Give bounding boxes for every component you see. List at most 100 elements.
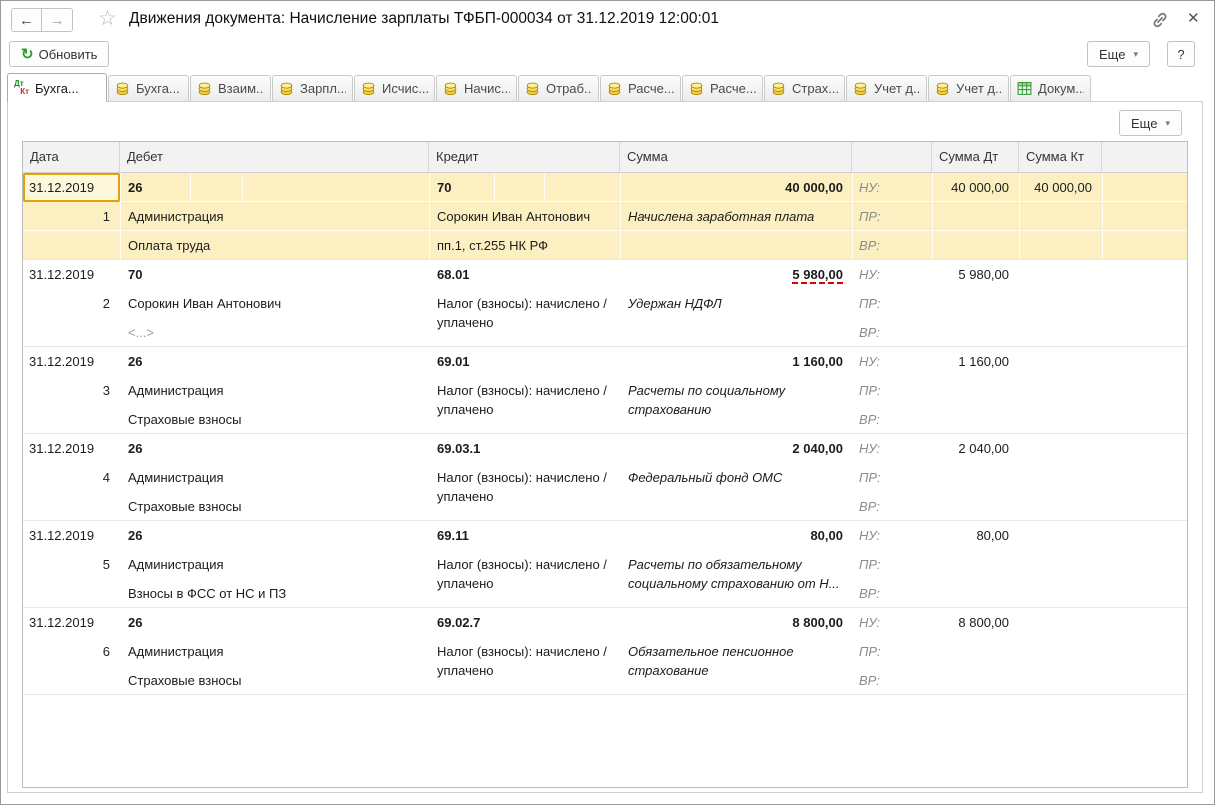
sum-kt-cell[interactable]	[1019, 521, 1102, 607]
credit-cell[interactable]: 69.03.1 Налог (взносы): начислено / упла…	[429, 434, 620, 520]
movement-row[interactable]: 31.12.2019 2 70 Сорокин Иван Антонович <…	[23, 260, 1187, 347]
favorite-star-icon[interactable]: ☆	[98, 6, 117, 32]
sum-dt-cell[interactable]: 40 000,00	[932, 173, 1019, 259]
debit-cell[interactable]: 26 Администрация Взносы в ФСС от НС и ПЗ	[120, 521, 429, 607]
sum-dt-cell[interactable]: 80,00	[932, 521, 1019, 607]
credit-subconto: Налог (взносы): начислено / уплачено	[429, 637, 620, 680]
amount-cell[interactable]: 5 980,00 Удержан НДФЛ	[620, 260, 852, 346]
coins-icon	[771, 81, 787, 97]
amount-cell[interactable]: 8 800,00 Обязательное пенсионное страхов…	[620, 608, 852, 694]
credit-cell[interactable]: 69.01 Налог (взносы): начислено / уплаче…	[429, 347, 620, 433]
nu-label: НУ:	[852, 260, 932, 289]
debit-cell[interactable]: 70 Сорокин Иван Антонович <...>	[120, 260, 429, 346]
tab[interactable]: Начис...	[436, 75, 517, 101]
amount-value: 8 800,00	[792, 615, 843, 630]
more-label: Еще	[1099, 47, 1125, 62]
sum-kt-cell[interactable]	[1019, 608, 1102, 694]
date-cell[interactable]: 31.12.2019 6	[23, 608, 120, 694]
close-icon[interactable]: ✕	[1187, 9, 1200, 27]
movement-row[interactable]: 31.12.2019 1 26 Администрация Оплата тру…	[23, 173, 1187, 260]
tab[interactable]: Взаим...	[190, 75, 271, 101]
link-icon[interactable]	[1150, 10, 1170, 30]
coins-icon	[443, 81, 459, 97]
credit-subconto: Налог (взносы): начислено / уплачено	[429, 550, 620, 593]
help-button[interactable]: ?	[1167, 41, 1195, 67]
date-cell[interactable]: 31.12.2019 1	[23, 173, 120, 259]
back-button[interactable]: ←	[11, 8, 42, 32]
pr-label: ПР:	[852, 202, 932, 231]
debit-cell[interactable]: 26 Администрация Оплата труда	[120, 173, 429, 259]
amount-cell[interactable]: 40 000,00 Начислена заработная плата	[620, 173, 852, 259]
window-more-button[interactable]: Еще ▾	[1087, 41, 1150, 67]
trailing-cell	[1102, 260, 1187, 346]
debit-cell[interactable]: 26 Администрация Страховые взносы	[120, 608, 429, 694]
tab[interactable]: Страх...	[764, 75, 845, 101]
pr-label: ПР:	[852, 376, 932, 405]
tab[interactable]: Расче...	[600, 75, 681, 101]
debit-subconto-2: Страховые взносы	[120, 666, 429, 694]
forward-button[interactable]: →	[42, 8, 73, 32]
refresh-button[interactable]: ↻ Обновить	[9, 41, 109, 67]
tab[interactable]: Зарпл...	[272, 75, 353, 101]
tab[interactable]: Бухга...	[108, 75, 189, 101]
credit-cell[interactable]: 69.11 Налог (взносы): начислено / уплаче…	[429, 521, 620, 607]
sum-kt-cell[interactable]	[1019, 260, 1102, 346]
tax-kind-cell: НУ: ПР: ВР:	[852, 608, 932, 694]
tab[interactable]: Докум...	[1010, 75, 1091, 101]
movement-row[interactable]: 31.12.2019 6 26 Администрация Страховые …	[23, 608, 1187, 695]
sum-kt-cell[interactable]	[1019, 434, 1102, 520]
credit-account: 69.11	[429, 521, 620, 550]
amount-cell[interactable]: 80,00 Расчеты по обязательному социально…	[620, 521, 852, 607]
sum-dt-cell[interactable]: 1 160,00	[932, 347, 1019, 433]
header-cell-empty	[852, 142, 932, 172]
date-cell[interactable]: 31.12.2019 5	[23, 521, 120, 607]
movement-row[interactable]: 31.12.2019 3 26 Администрация Страховые …	[23, 347, 1187, 434]
date-cell[interactable]: 31.12.2019 4	[23, 434, 120, 520]
amount-cell[interactable]: 2 040,00 Федеральный фонд ОМС	[620, 434, 852, 520]
tab[interactable]: Расче...	[682, 75, 763, 101]
trailing-cell	[1102, 173, 1187, 259]
help-label: ?	[1177, 47, 1184, 62]
amount-cell[interactable]: 1 160,00 Расчеты по социальному страхова…	[620, 347, 852, 433]
header-cell-sum-dt: Сумма Дт	[932, 142, 1019, 172]
comment: Расчеты по социальному страхованию	[620, 376, 852, 419]
credit-cell[interactable]: 70 Сорокин Иван Антонович пп.1, ст.255 Н…	[429, 173, 620, 259]
comment: Федеральный фонд ОМС	[620, 463, 852, 487]
amount-value: 5 980,00	[792, 267, 843, 284]
tab-label: Расче...	[710, 81, 756, 96]
nav-buttons: ← →	[11, 8, 73, 32]
debit-account: 26	[120, 173, 429, 202]
credit-cell[interactable]: 69.02.7 Налог (взносы): начислено / упла…	[429, 608, 620, 694]
vr-label: ВР:	[852, 666, 932, 694]
tab[interactable]: Отраб...	[518, 75, 599, 101]
date-cell[interactable]: 31.12.2019 3	[23, 347, 120, 433]
movement-row[interactable]: 31.12.2019 5 26 Администрация Взносы в Ф…	[23, 521, 1187, 608]
debit-subconto-1: Администрация	[120, 637, 429, 666]
sum-dt-cell[interactable]: 2 040,00	[932, 434, 1019, 520]
debit-subconto-1: Сорокин Иван Антонович	[120, 289, 429, 318]
debit-account: 26	[120, 608, 429, 637]
tab[interactable]: Учет д...	[928, 75, 1009, 101]
tab[interactable]: ДтКт Бухга...	[7, 73, 107, 102]
trailing-cell	[1102, 434, 1187, 520]
credit-subconto-2: пп.1, ст.255 НК РФ	[429, 231, 620, 259]
debit-cell[interactable]: 26 Администрация Страховые взносы	[120, 347, 429, 433]
sum-dt-cell[interactable]: 8 800,00	[932, 608, 1019, 694]
date-value: 31.12.2019	[23, 521, 120, 550]
sum-dt-cell[interactable]: 5 980,00	[932, 260, 1019, 346]
credit-account: 68.01	[429, 260, 620, 289]
table-more-button[interactable]: Еще ▾	[1119, 110, 1182, 136]
movement-row[interactable]: 31.12.2019 4 26 Администрация Страховые …	[23, 434, 1187, 521]
debit-cell[interactable]: 26 Администрация Страховые взносы	[120, 434, 429, 520]
coins-icon	[689, 81, 705, 97]
credit-subconto-1: Сорокин Иван Антонович	[429, 202, 620, 231]
date-cell[interactable]: 31.12.2019 2	[23, 260, 120, 346]
sum-kt-cell[interactable]	[1019, 347, 1102, 433]
debit-subconto-2: Страховые взносы	[120, 492, 429, 520]
credit-cell[interactable]: 68.01 Налог (взносы): начислено / уплаче…	[429, 260, 620, 346]
row-number: 1	[23, 202, 120, 231]
row-number: 3	[23, 376, 120, 405]
tab[interactable]: Учет д...	[846, 75, 927, 101]
sum-kt-cell[interactable]: 40 000,00	[1019, 173, 1102, 259]
tab[interactable]: Исчис...	[354, 75, 435, 101]
